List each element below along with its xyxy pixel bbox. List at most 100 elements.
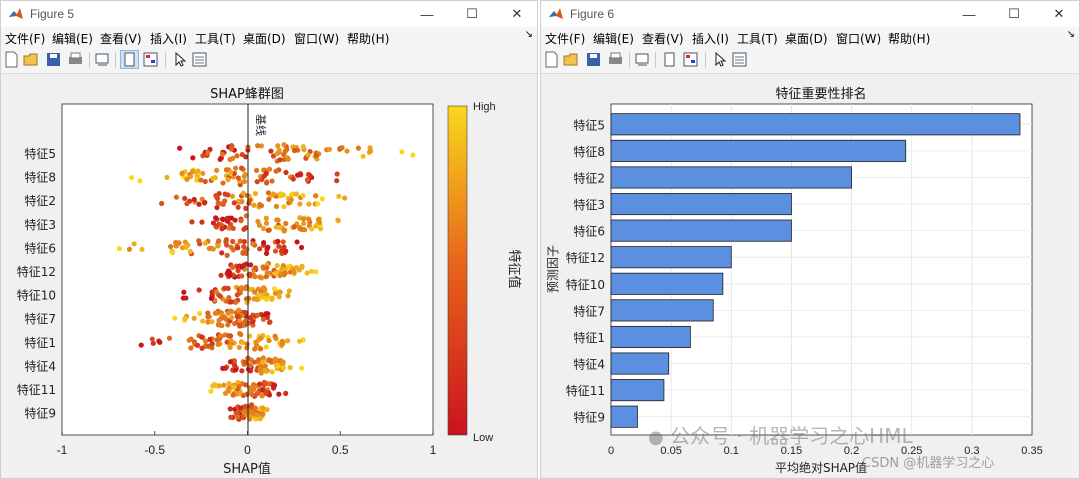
swarm-point xyxy=(297,226,303,232)
menu-window[interactable]: 窗口(W) xyxy=(836,30,881,47)
minimize-button[interactable]: — xyxy=(947,1,991,27)
property-editor-icon[interactable] xyxy=(731,51,748,68)
swarm-point xyxy=(307,172,313,179)
swarm-point xyxy=(300,144,306,150)
menu-desktop[interactable]: 桌面(D) xyxy=(785,30,828,47)
swarm-point xyxy=(244,300,250,306)
swarm-point xyxy=(238,331,244,338)
menu-edit[interactable]: 编辑(E) xyxy=(52,30,93,47)
swarm-point xyxy=(242,403,248,409)
swarm-point xyxy=(257,292,264,299)
show-plot-tools-icon[interactable] xyxy=(682,51,699,68)
y-tick-label: 特征5 xyxy=(24,146,56,161)
swarm-point xyxy=(207,336,213,342)
menu-help[interactable]: 帮助(H) xyxy=(888,30,930,47)
swarm-point xyxy=(265,244,271,250)
menu-file[interactable]: 文件(F) xyxy=(5,30,45,47)
swarm-point xyxy=(270,191,277,197)
swarm-point xyxy=(196,238,202,244)
swarm-point xyxy=(237,405,243,411)
menu-insert[interactable]: 插入(I) xyxy=(150,30,187,47)
swarm-point xyxy=(233,367,239,373)
close-button[interactable]: ✕ xyxy=(495,1,537,27)
open-file-icon[interactable] xyxy=(23,51,40,68)
open-file-icon[interactable] xyxy=(563,51,580,68)
print-icon[interactable] xyxy=(607,51,624,68)
swarm-point xyxy=(225,192,231,198)
menu-tools[interactable]: 工具(T) xyxy=(195,30,236,47)
swarm-point xyxy=(237,323,243,329)
hide-plot-tools-icon[interactable] xyxy=(661,51,678,68)
swarm-point xyxy=(274,263,280,269)
swarm-point xyxy=(199,219,205,225)
colorbar xyxy=(447,105,468,436)
y-tick-label: 特征3 xyxy=(573,197,605,212)
swarm-point xyxy=(306,216,312,222)
swarm-point xyxy=(233,299,239,305)
y-tick-label: 特征6 xyxy=(24,240,56,255)
minimize-button[interactable]: — xyxy=(405,1,449,27)
save-icon[interactable] xyxy=(585,51,602,68)
maximize-button[interactable]: ☐ xyxy=(992,1,1036,27)
swarm-point xyxy=(260,359,266,365)
property-editor-icon[interactable] xyxy=(191,51,208,68)
dock-arrow-icon[interactable]: ↘ xyxy=(1067,29,1075,40)
new-figure-icon[interactable] xyxy=(3,51,20,68)
swarm-point xyxy=(239,273,245,279)
new-figure-icon[interactable] xyxy=(543,51,560,68)
link-figure-icon[interactable] xyxy=(94,51,111,68)
swarm-point xyxy=(272,333,278,339)
menu-desktop[interactable]: 桌面(D) xyxy=(243,30,286,47)
swarm-point xyxy=(258,346,264,352)
menu-window[interactable]: 窗口(W) xyxy=(294,30,339,47)
x-tick-label: 0.35 xyxy=(1021,445,1042,457)
pointer-icon[interactable] xyxy=(711,51,728,68)
link-figure-icon[interactable] xyxy=(634,51,651,68)
colorbar-low-label: Low xyxy=(473,432,493,444)
swarm-point xyxy=(263,250,270,257)
hide-plot-tools-icon[interactable] xyxy=(120,50,139,69)
maximize-button[interactable]: ☐ xyxy=(450,1,494,27)
swarm-point xyxy=(410,152,416,158)
swarm-point xyxy=(238,218,244,224)
menu-edit[interactable]: 编辑(E) xyxy=(593,30,634,47)
print-icon[interactable] xyxy=(67,51,84,68)
swarm-point xyxy=(232,217,238,223)
close-button[interactable]: ✕ xyxy=(1037,1,1079,27)
swarm-point xyxy=(253,339,259,345)
swarm-point xyxy=(276,391,282,397)
swarm-point xyxy=(315,201,321,207)
swarm-point xyxy=(301,220,307,227)
csdn-watermark: CSDN @机器学习之心 xyxy=(862,456,995,471)
swarm-point xyxy=(266,337,272,344)
menu-view[interactable]: 查看(V) xyxy=(100,30,142,47)
y-tick-label: 特征11 xyxy=(17,382,56,397)
swarm-point xyxy=(272,248,279,254)
swarm-point xyxy=(300,216,306,222)
menu-file[interactable]: 文件(F) xyxy=(545,30,585,47)
swarm-point xyxy=(231,200,237,206)
swarm-point xyxy=(214,337,220,343)
bar xyxy=(610,219,792,242)
swarm-point xyxy=(250,241,256,247)
dock-arrow-icon[interactable]: ↘ xyxy=(525,29,533,40)
swarm-point xyxy=(280,365,287,371)
swarm-point xyxy=(285,338,291,344)
swarm-point xyxy=(278,248,285,254)
swarm-point xyxy=(248,402,255,408)
show-plot-tools-icon[interactable] xyxy=(142,51,159,68)
swarm-point xyxy=(264,265,270,271)
swarm-point xyxy=(257,366,263,372)
swarm-point xyxy=(265,190,272,196)
menu-help[interactable]: 帮助(H) xyxy=(347,30,389,47)
swarm-point xyxy=(254,179,260,185)
menu-view[interactable]: 查看(V) xyxy=(642,30,684,47)
menu-insert[interactable]: 插入(I) xyxy=(692,30,729,47)
swarm-point xyxy=(287,364,293,371)
swarm-point xyxy=(191,315,197,321)
menu-tools[interactable]: 工具(T) xyxy=(737,30,778,47)
save-icon[interactable] xyxy=(45,51,62,68)
pointer-icon[interactable] xyxy=(171,51,188,68)
y-tick-label: 特征7 xyxy=(573,303,605,318)
colorbar-title: 特征值 xyxy=(506,249,522,288)
